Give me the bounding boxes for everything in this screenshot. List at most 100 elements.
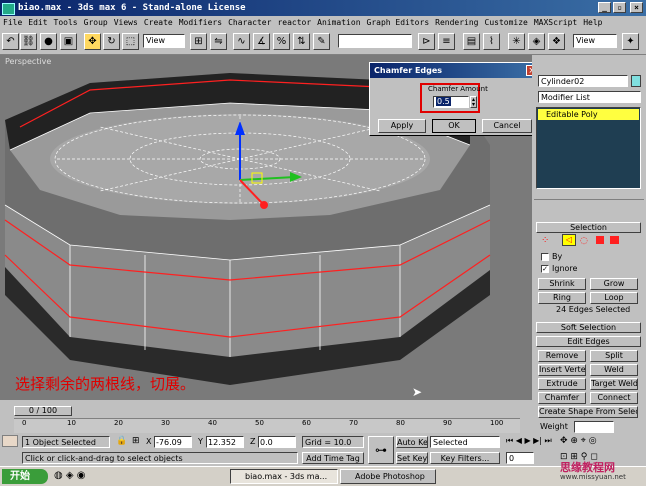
track-bar[interactable]: 0 10 20 30 40 50 60 70 80 90 100 <box>14 418 520 433</box>
material-editor-icon[interactable]: ✳ <box>508 33 525 50</box>
menu-create[interactable]: Create <box>141 16 176 30</box>
extrude-button[interactable]: Extrude <box>538 378 586 390</box>
menu-file[interactable]: File <box>0 16 25 30</box>
loop-button[interactable]: Loop <box>590 292 638 304</box>
weight-input[interactable] <box>574 421 614 433</box>
undo-icon[interactable]: ↶ <box>2 33 19 50</box>
chamfer-amount-spinner[interactable]: ▴ ▾ <box>470 96 477 108</box>
render-scene-icon[interactable]: ◈ <box>528 33 545 50</box>
start-button[interactable]: 开始 <box>2 469 48 484</box>
split-button[interactable]: Split <box>590 350 638 362</box>
quick-render-icon[interactable]: ❖ <box>548 33 565 50</box>
taskbar-item-photoshop[interactable]: Adobe Photoshop <box>340 469 436 484</box>
menu-group[interactable]: Group <box>81 16 111 30</box>
ignore-backfacing-checkbox[interactable]: ✓ <box>541 265 549 273</box>
pivot-icon[interactable]: ⊞ <box>190 33 207 50</box>
render-last-icon[interactable]: ✦ <box>622 33 639 50</box>
render-type-dropdown[interactable]: View <box>573 34 617 48</box>
object-name-field[interactable]: Cylinder02 <box>538 75 628 87</box>
move-icon[interactable]: ✥ <box>84 33 101 50</box>
select-link-icon[interactable]: ⛓ <box>20 33 37 50</box>
create-shape-button[interactable]: Create Shape From Selection <box>538 406 638 418</box>
menu-help[interactable]: Help <box>580 16 605 30</box>
element-mode-icon[interactable] <box>610 236 619 244</box>
by-vertex-checkbox[interactable] <box>541 253 549 261</box>
curve-editor-icon[interactable]: ⌇ <box>483 33 500 50</box>
mirror-icon[interactable]: ⇋ <box>210 33 227 50</box>
tick-40: 40 <box>208 419 217 427</box>
mirror-tool-icon[interactable]: ⊳ <box>418 33 435 50</box>
z-coordinate-field[interactable]: 0.0 <box>258 436 296 448</box>
menu-rendering[interactable]: Rendering <box>432 16 481 30</box>
set-key-icon[interactable]: ⊶ <box>368 436 394 464</box>
polygon-mode-icon[interactable] <box>596 236 604 244</box>
weld-button[interactable]: Weld <box>590 364 638 376</box>
time-slider[interactable]: 0 / 100 <box>14 406 72 416</box>
vertex-mode-icon[interactable]: ⁘ <box>541 236 551 246</box>
add-time-tag-button[interactable]: Add Time Tag <box>302 452 364 464</box>
soft-selection-rollout-header[interactable]: Soft Selection <box>536 322 641 333</box>
connect-button[interactable]: Connect <box>590 392 638 404</box>
quick-launch-icons[interactable]: ◍ ◈ ◉ <box>54 470 86 481</box>
border-mode-icon[interactable]: ◌ <box>580 236 588 246</box>
insert-vertex-button[interactable]: Insert Vertex <box>538 364 586 376</box>
edge-mode-icon[interactable]: ◁ <box>562 234 576 246</box>
viewport-navigation-icons[interactable]: ✥ ⊕ ⌖ ◎ <box>560 436 597 446</box>
chamfer-button[interactable]: Chamfer <box>538 392 586 404</box>
target-weld-button[interactable]: Target Weld <box>590 378 638 390</box>
maximize-icon[interactable]: ▫ <box>613 2 626 13</box>
remove-button[interactable]: Remove <box>538 350 586 362</box>
lock-selection-icon[interactable]: 🔒 <box>116 436 127 446</box>
apply-button[interactable]: Apply <box>378 119 426 133</box>
close-icon[interactable]: × <box>630 2 643 13</box>
align-icon[interactable]: ≡ <box>438 33 455 50</box>
grow-button[interactable]: Grow <box>590 278 638 290</box>
selection-rollout-header[interactable]: Selection <box>536 222 641 233</box>
angle-snap-icon[interactable]: ∡ <box>253 33 270 50</box>
edit-edges-rollout-header[interactable]: Edit Edges <box>536 336 641 347</box>
named-selection-icon[interactable]: ✎ <box>313 33 330 50</box>
maxscript-listener-icon[interactable] <box>2 435 18 447</box>
menu-character[interactable]: Character <box>225 16 274 30</box>
taskbar-item-3dsmax[interactable]: biao.max - 3ds ma... <box>230 469 338 484</box>
menu-edit[interactable]: Edit <box>25 16 50 30</box>
current-frame-field[interactable]: 0 <box>506 452 534 464</box>
menu-maxscript[interactable]: MAXScript <box>531 16 580 30</box>
menu-views[interactable]: Views <box>111 16 141 30</box>
set-key-button[interactable]: Set Key <box>396 452 428 464</box>
menu-customize[interactable]: Customize <box>482 16 531 30</box>
stack-item-editable-poly[interactable]: Editable Poly <box>538 109 639 120</box>
layer-icon[interactable]: ▤ <box>463 33 480 50</box>
auto-key-button[interactable]: Auto Key <box>396 436 428 448</box>
viewport-label[interactable]: Perspective <box>5 57 51 66</box>
rotate-icon[interactable]: ↻ <box>103 33 120 50</box>
select-object-icon[interactable]: ▣ <box>60 33 77 50</box>
menu-tools[interactable]: Tools <box>51 16 81 30</box>
object-color-swatch[interactable] <box>631 75 641 87</box>
playback-controls[interactable]: ⏮ ◀ ▶ ▶| ⏭ <box>506 436 552 446</box>
mouse-cursor-icon: ➤ <box>412 385 423 399</box>
minimize-icon[interactable]: _ <box>598 2 611 13</box>
shrink-button[interactable]: Shrink <box>538 278 586 290</box>
modifier-list-dropdown[interactable]: Modifier List <box>538 91 641 103</box>
scale-icon[interactable]: ⬚ <box>122 33 139 50</box>
cancel-button[interactable]: Cancel <box>482 119 532 133</box>
ok-button[interactable]: OK <box>432 119 476 133</box>
key-filters-button[interactable]: Key Filters... <box>430 452 500 464</box>
menu-animation[interactable]: Animation <box>314 16 363 30</box>
sphere-icon[interactable]: ● <box>40 33 57 50</box>
percent-snap-icon[interactable]: % <box>273 33 290 50</box>
transform-mode-icon[interactable]: ⊞ <box>132 436 142 448</box>
spinner-snap-icon[interactable]: ⇅ <box>293 33 310 50</box>
y-coordinate-field[interactable]: 12.352 <box>206 436 244 448</box>
reference-coordinate-dropdown[interactable]: View <box>143 34 185 48</box>
menu-modifiers[interactable]: Modifiers <box>176 16 225 30</box>
key-selection-dropdown[interactable]: Selected <box>430 436 500 448</box>
snap-icon[interactable]: ∿ <box>233 33 250 50</box>
chamfer-amount-input[interactable]: 0.5 <box>433 96 469 108</box>
menu-reactor[interactable]: reactor <box>274 16 314 30</box>
ring-button[interactable]: Ring <box>538 292 586 304</box>
x-coordinate-field[interactable]: -76.09 <box>154 436 192 448</box>
named-selection-dropdown[interactable] <box>338 34 412 48</box>
menu-graph-editors[interactable]: Graph Editors <box>364 16 433 30</box>
